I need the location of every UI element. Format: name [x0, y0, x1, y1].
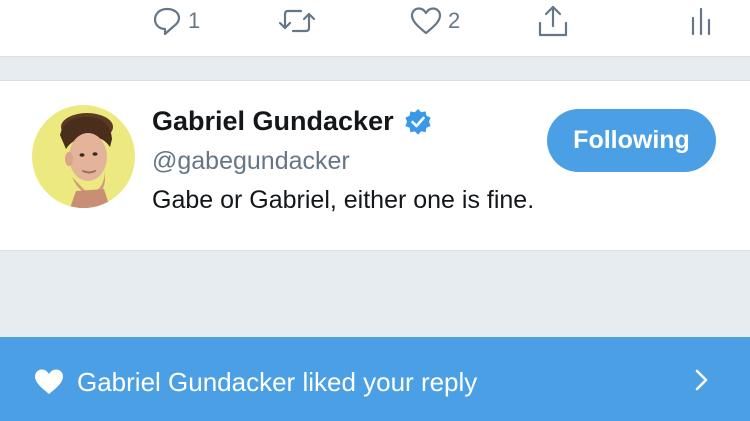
avatar[interactable]: [32, 105, 135, 208]
display-name[interactable]: Gabriel Gundacker: [152, 106, 394, 137]
username-handle[interactable]: @gabegundacker: [152, 147, 350, 176]
notification-text: Gabriel Gundacker liked your reply: [77, 367, 478, 397]
reply-button[interactable]: 1: [152, 4, 200, 38]
analytics-icon: [691, 7, 711, 36]
chevron-right-icon: [695, 369, 708, 391]
retweet-icon: [278, 9, 316, 33]
heart-icon: [35, 369, 63, 394]
reply-count: 1: [188, 8, 201, 33]
avatar-portrait: [60, 113, 113, 208]
heart-outline-icon: [410, 7, 442, 35]
profile-bio: Gabe or Gabriel, either one is fine.: [152, 186, 535, 214]
name-row: Gabriel Gundacker: [152, 106, 432, 137]
tweet-action-bar: 1 2: [0, 0, 750, 57]
like-button[interactable]: 2: [410, 4, 460, 38]
following-button[interactable]: Following: [547, 109, 716, 172]
notification-banner[interactable]: Gabriel Gundacker liked your reply: [0, 337, 750, 421]
analytics-button[interactable]: [690, 4, 712, 38]
retweet-button[interactable]: [277, 4, 317, 38]
share-button[interactable]: [537, 4, 569, 38]
verified-badge-icon: [404, 108, 431, 135]
share-icon: [538, 5, 568, 37]
profile-card[interactable]: Gabriel Gundacker @gabegundacker Gabe or…: [0, 80, 750, 251]
reply-icon: [153, 7, 181, 36]
like-count: 2: [448, 8, 461, 33]
